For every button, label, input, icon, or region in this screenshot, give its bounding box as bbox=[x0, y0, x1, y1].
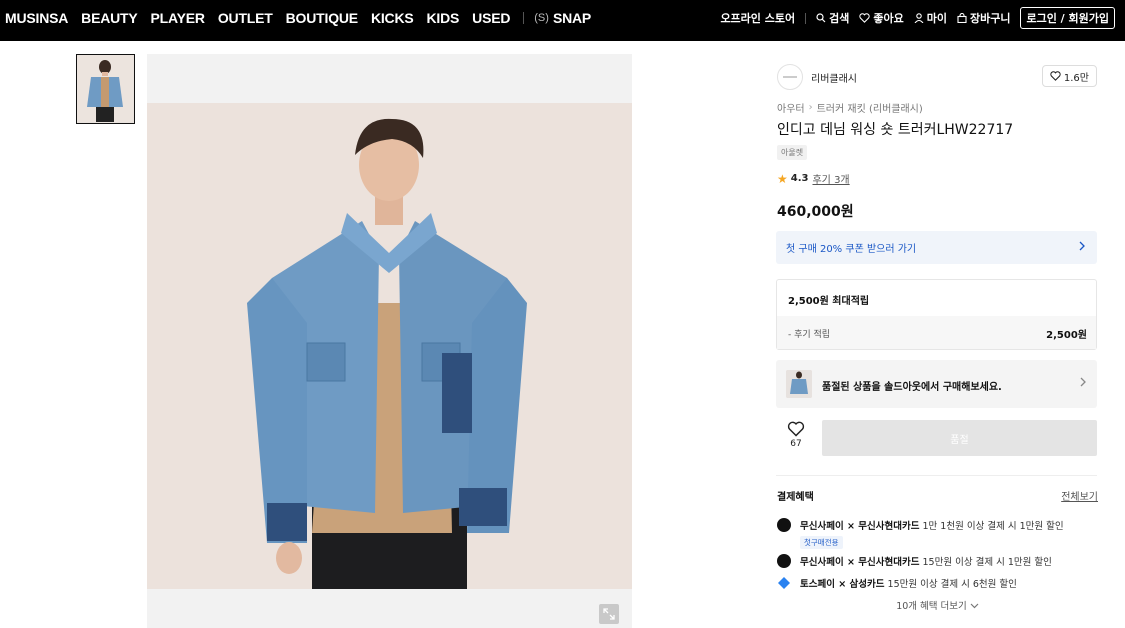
nav-musinsa[interactable]: MUSINSA bbox=[5, 10, 68, 26]
nav-beauty[interactable]: BEAUTY bbox=[81, 10, 138, 26]
nav-kicks[interactable]: KICKS bbox=[371, 10, 414, 26]
chevron-right-icon bbox=[1080, 377, 1086, 387]
chevron-right-icon bbox=[1079, 241, 1085, 251]
benefit-prefix: 무신사페이 × 무신사현대카드 bbox=[800, 521, 920, 532]
benefit-detail: 15만원 이상 결제 시 1만원 할인 bbox=[919, 557, 1052, 568]
brand-like-button[interactable]: 1.6만 bbox=[1041, 65, 1097, 87]
benefits-expand-label: 10개 혜택 더보기 bbox=[896, 601, 967, 612]
thumbnail-image bbox=[77, 55, 133, 122]
first-purchase-badge: 첫구매전용 bbox=[800, 536, 843, 549]
breadcrumb: 아우터 › 트러커 재킷 (리버클래시) bbox=[777, 100, 923, 115]
search-link[interactable]: 검색 bbox=[816, 10, 849, 26]
rating-value: 4.3 bbox=[790, 173, 809, 184]
nav-snap-label: SNAP bbox=[552, 10, 592, 26]
benefit-text: 무신사페이 × 무신사현대카드 1만 1천원 이상 결제 시 1만원 할인 첫구… bbox=[800, 518, 1064, 549]
my-link[interactable]: 마이 bbox=[914, 10, 947, 26]
search-label: 검색 bbox=[829, 12, 850, 25]
product-title: 인디고 데님 워싱 숏 트러커LHW22717 bbox=[777, 122, 1014, 138]
benefit-item: 토스페이 × 삼성카드 15만원 이상 결제 시 6천원 할인 bbox=[777, 576, 1017, 590]
musinsa-pay-icon bbox=[777, 554, 791, 568]
expand-icon bbox=[603, 608, 615, 620]
product-thumbnail[interactable] bbox=[76, 54, 135, 124]
top-navigation: MUSINSA BEAUTY PLAYER OUTLET BOUTIQUE KI… bbox=[0, 0, 1125, 41]
login-signup-button[interactable]: 로그인 / 회원가입 bbox=[1020, 7, 1115, 29]
nav-boutique[interactable]: BOUTIQUE bbox=[286, 10, 358, 26]
brand-like-count: 1.6만 bbox=[1063, 72, 1089, 84]
like-count: 67 bbox=[790, 439, 802, 449]
divider bbox=[776, 475, 1097, 476]
expand-image-button[interactable] bbox=[599, 604, 619, 624]
search-icon bbox=[816, 13, 826, 23]
brand-name[interactable]: 리버클래시 bbox=[811, 70, 857, 85]
heart-icon bbox=[787, 421, 805, 437]
benefit-detail: 1만 1천원 이상 결제 시 1만원 할인 bbox=[919, 521, 1064, 532]
soldout-button[interactable]: 품절 bbox=[822, 420, 1097, 456]
soldout-banner-text: 품절된 상품을 솔드아웃에서 구매해보세요. bbox=[822, 382, 1002, 393]
cart-label: 장바구니 bbox=[969, 12, 1011, 25]
breadcrumb-trucker-jacket[interactable]: 트러커 재킷 (리버클래시) bbox=[817, 100, 923, 115]
rating-row: ★ 4.3 후기 3개 bbox=[777, 171, 850, 187]
soldout-product-image bbox=[786, 370, 812, 398]
heart-icon bbox=[1050, 71, 1061, 81]
soldout-banner[interactable]: 품절된 상품을 솔드아웃에서 구매해보세요. bbox=[776, 360, 1097, 408]
brand-logo[interactable] bbox=[777, 64, 803, 90]
benefit-text: 토스페이 × 삼성카드 15만원 이상 결제 시 6천원 할인 bbox=[800, 576, 1017, 590]
offline-store-link[interactable]: 오프라인 스토어 bbox=[720, 10, 795, 26]
heart-icon bbox=[859, 13, 870, 23]
nav-outlet[interactable]: OUTLET bbox=[218, 10, 273, 26]
product-main-image bbox=[147, 103, 632, 589]
brand-logo-mark bbox=[783, 76, 797, 78]
nav-player[interactable]: PLAYER bbox=[151, 10, 206, 26]
benefit-detail: 15만원 이상 결제 시 6천원 할인 bbox=[884, 579, 1017, 590]
review-link[interactable]: 후기 3개 bbox=[812, 171, 849, 186]
breadcrumb-outer[interactable]: 아우터 bbox=[777, 100, 805, 115]
price: 460,000원 bbox=[777, 204, 854, 220]
outlet-tag: 아울렛 bbox=[777, 145, 808, 160]
cart-link[interactable]: 장바구니 bbox=[957, 10, 1010, 26]
benefit-prefix: 무신사페이 × 무신사현대카드 bbox=[800, 557, 920, 568]
star-icon: ★ bbox=[777, 171, 788, 186]
musinsa-pay-icon bbox=[777, 518, 791, 532]
coupon-text: 첫 구매 20% 쿠폰 받으러 가기 bbox=[786, 244, 917, 255]
product-info-panel: 리버클래시 1.6만 아우터 › 트러커 재킷 (리버클래시) 인디고 데님 워… bbox=[765, 54, 1110, 628]
points-title: 2,500원 최대적립 bbox=[788, 296, 870, 307]
benefit-text: 무신사페이 × 무신사현대카드 15만원 이상 결제 시 1만원 할인 bbox=[800, 554, 1052, 568]
first-purchase-coupon-banner[interactable]: 첫 구매 20% 쿠폰 받으러 가기 bbox=[776, 231, 1097, 264]
benefits-expand-button[interactable]: 10개 혜택 더보기 bbox=[765, 598, 1110, 612]
bag-icon bbox=[957, 13, 967, 23]
product-like-button[interactable]: 67 bbox=[785, 421, 807, 449]
main-image-area bbox=[147, 54, 632, 628]
benefits-view-all-link[interactable]: 전체보기 bbox=[1061, 488, 1098, 503]
points-box: 2,500원 최대적립 - 후기 적립 2,500원 bbox=[776, 279, 1097, 350]
chevron-down-icon bbox=[970, 603, 979, 609]
nav-used[interactable]: USED bbox=[472, 10, 510, 26]
benefit-item: 무신사페이 × 무신사현대카드 1만 1천원 이상 결제 시 1만원 할인 첫구… bbox=[777, 518, 1064, 549]
nav-divider bbox=[523, 12, 525, 24]
chevron-right-icon: › bbox=[808, 102, 813, 113]
nav-snap[interactable]: (S) SNAP bbox=[534, 10, 604, 26]
benefit-item: 무신사페이 × 무신사현대카드 15만원 이상 결제 시 1만원 할인 bbox=[777, 554, 1052, 568]
brand-row: 리버클래시 1.6만 bbox=[777, 64, 1097, 90]
points-review-row: - 후기 적립 2,500원 bbox=[777, 316, 1096, 349]
likes-label: 좋아요 bbox=[873, 12, 904, 25]
benefit-prefix: 토스페이 × 삼성카드 bbox=[800, 579, 885, 590]
points-review-value: 2,500원 bbox=[1046, 330, 1087, 341]
nav-kids[interactable]: KIDS bbox=[427, 10, 460, 26]
person-icon bbox=[914, 13, 924, 23]
benefits-title: 결제혜택 bbox=[777, 492, 814, 503]
toss-pay-icon bbox=[777, 576, 791, 590]
likes-link[interactable]: 좋아요 bbox=[859, 10, 904, 26]
snap-icon: (S) bbox=[534, 12, 549, 24]
nav-right-divider bbox=[805, 12, 807, 24]
main-nav: MUSINSA BEAUTY PLAYER OUTLET BOUTIQUE KI… bbox=[5, 0, 604, 36]
user-nav: 오프라인 스토어 검색 좋아요 마이 장바구니 로그인 / 회원가입 bbox=[710, 0, 1115, 36]
my-label: 마이 bbox=[926, 12, 947, 25]
points-review-label: - 후기 적립 bbox=[788, 330, 831, 340]
